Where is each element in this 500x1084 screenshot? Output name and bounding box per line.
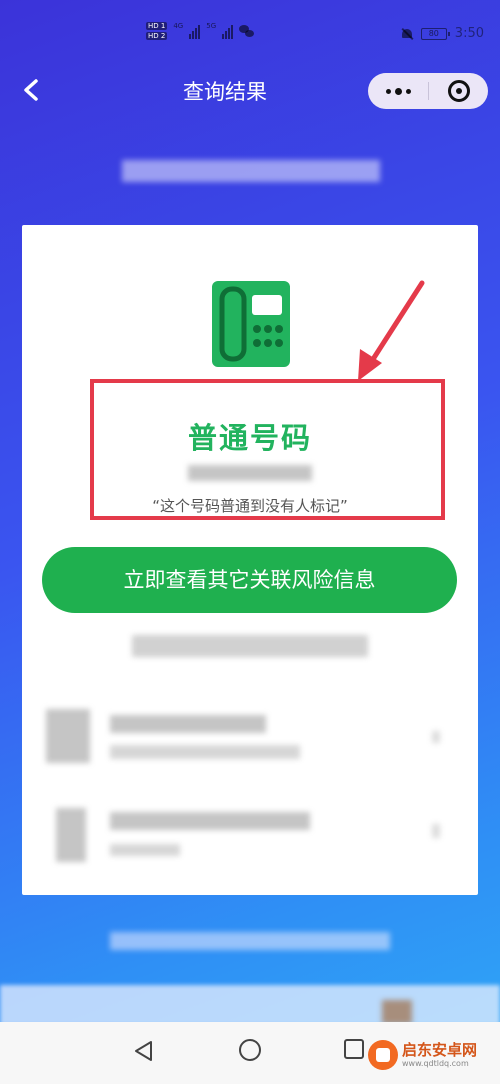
blurred-bottom-avatar [382, 1000, 412, 1024]
more-dot-icon [385, 88, 391, 94]
hd-badges: HD 1 HD 2 [146, 22, 168, 40]
signal-icon-1 [189, 23, 201, 39]
watermark: 启东安卓网 www.qdtldq.com [368, 1040, 477, 1070]
blurred-phone-number [188, 465, 312, 481]
view-risk-info-button[interactable]: 立即查看其它关联风险信息 [42, 547, 457, 613]
blurred-bottom-strip [0, 985, 500, 1025]
result-quote: “这个号码普通到没有人标记” [152, 497, 348, 515]
chevron-right-icon [432, 731, 440, 743]
status-bar-right: 80 3:50 [401, 26, 484, 41]
mute-bell-icon [401, 28, 413, 40]
blurred-item-icon [46, 709, 90, 763]
miniprogram-capsule [368, 73, 488, 109]
result-card: 普通号码 “这个号码普通到没有人标记” 立即查看其它关联风险信息 [22, 225, 478, 895]
blurred-item-title [110, 812, 310, 830]
blurred-item-subtitle [110, 745, 300, 759]
watermark-title: 启东安卓网 [402, 1040, 478, 1059]
result-title: 普通号码 [187, 421, 312, 455]
signal-icon-2 [222, 23, 234, 39]
blurred-item-title [110, 715, 266, 733]
blurred-subtitle [122, 160, 380, 182]
watermark-logo-icon [368, 1040, 398, 1070]
close-miniprogram-button[interactable] [429, 73, 488, 109]
watermark-url: www.qdtldq.com [402, 1058, 469, 1068]
blurred-item-icon [56, 808, 86, 862]
red-arrow-icon [358, 280, 425, 381]
wechat-icon [239, 25, 255, 37]
status-bar-left: HD 1 HD 2 4G 5G [146, 22, 255, 40]
target-icon [447, 80, 470, 102]
watermark-text: 启东安卓网 www.qdtldq.com [402, 1040, 478, 1069]
battery-icon: 80 [420, 27, 450, 40]
blurred-item-subtitle [110, 844, 180, 856]
nav-bar: 查询结果 [0, 60, 500, 122]
chevron-right-icon [432, 824, 440, 838]
network-label-1: 4G [173, 22, 184, 30]
more-dot-icon [394, 87, 402, 95]
status-time: 3:50 [454, 26, 484, 41]
nav-home-icon[interactable] [239, 1039, 261, 1061]
network-label-2: 5G [206, 22, 217, 30]
hd-badge-1: HD 1 [146, 22, 168, 30]
status-bar: HD 1 HD 2 4G 5G 80 3:50 [0, 0, 500, 60]
desk-phone-icon [212, 281, 290, 367]
more-dot-icon [405, 88, 411, 94]
more-button[interactable] [368, 73, 428, 109]
list-item[interactable] [22, 695, 478, 785]
blurred-footer-text [110, 932, 390, 950]
hd-badge-2: HD 2 [146, 32, 168, 40]
list-item[interactable] [22, 790, 478, 880]
nav-back-icon[interactable] [133, 1040, 155, 1062]
blurred-section-heading [132, 635, 368, 657]
nav-recent-icon[interactable] [344, 1039, 364, 1059]
